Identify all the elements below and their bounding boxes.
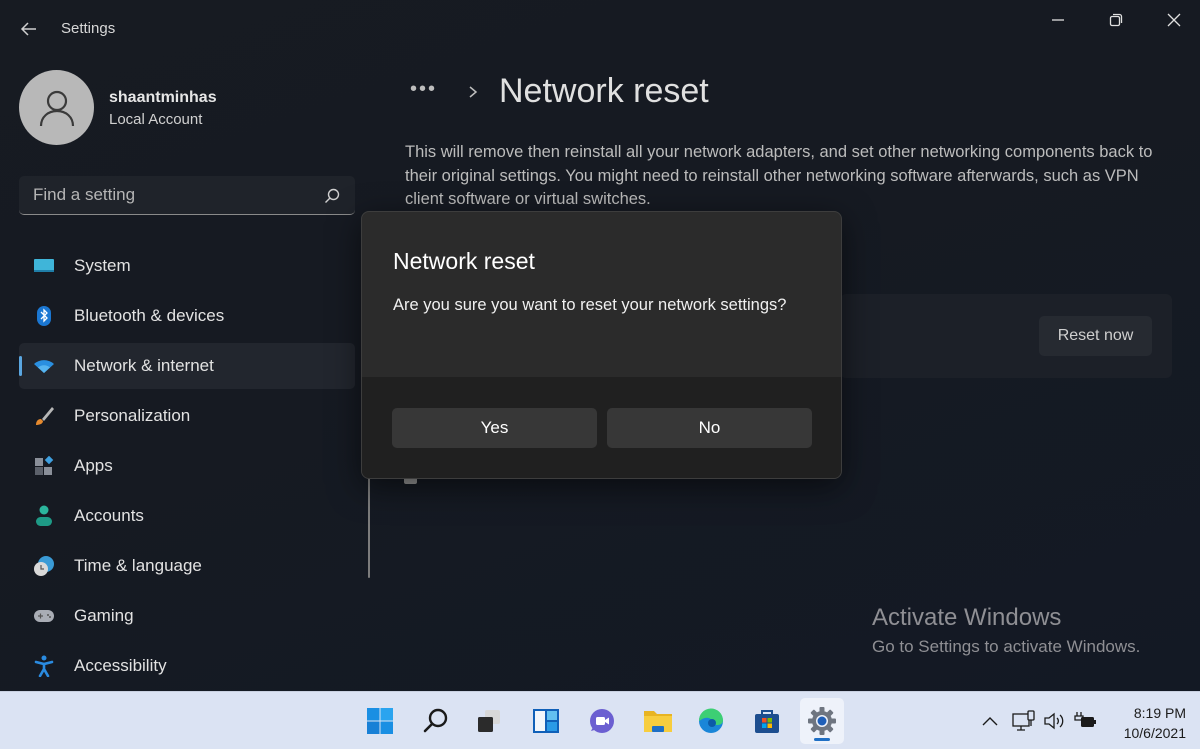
sidebar-item-label: Apps: [74, 456, 113, 475]
settings-window: Settings shaantminhas Local Account Syst…: [0, 0, 1200, 691]
no-button[interactable]: No: [607, 408, 812, 448]
gamepad-icon: [33, 605, 55, 627]
taskbar: 8:19 PM 10/6/2021: [0, 691, 1200, 749]
taskbar-file-explorer[interactable]: [636, 698, 680, 744]
sidebar-item-label: Accounts: [74, 506, 144, 525]
minimize-button[interactable]: [1038, 8, 1078, 32]
search-input[interactable]: [19, 176, 355, 214]
app-title: Settings: [61, 20, 116, 37]
sidebar-item-time-language[interactable]: Time & language: [19, 543, 355, 589]
show-hidden-icons-button[interactable]: [978, 710, 1002, 732]
clock-time: 8:19 PM: [1133, 705, 1186, 721]
close-button[interactable]: [1154, 8, 1194, 32]
breadcrumb-overflow[interactable]: •••: [410, 78, 437, 101]
sidebar-item-label: System: [74, 256, 131, 275]
yes-button[interactable]: Yes: [392, 408, 597, 448]
battery-charging-icon: [1074, 712, 1096, 727]
taskbar-start[interactable]: [358, 698, 402, 744]
search-icon[interactable]: [323, 187, 341, 205]
edge-icon: [698, 708, 723, 733]
clock-date: 10/6/2021: [1123, 725, 1186, 741]
taskbar-store[interactable]: [745, 698, 789, 744]
close-icon: [1167, 13, 1181, 27]
sidebar-item-accounts[interactable]: Accounts: [19, 493, 355, 539]
active-indicator: [19, 356, 22, 376]
restore-button[interactable]: [1096, 8, 1136, 32]
volume-icon: [1044, 712, 1064, 730]
taskbar-search[interactable]: [414, 698, 458, 744]
activation-watermark-subtitle: Go to Settings to activate Windows.: [872, 637, 1141, 656]
sidebar-item-bluetooth[interactable]: Bluetooth & devices: [19, 293, 355, 339]
sidebar-item-apps[interactable]: Apps: [19, 443, 355, 489]
page-description: This will remove then reinstall all your…: [405, 143, 1153, 208]
battery-button[interactable]: [1073, 710, 1097, 732]
sidebar-item-network[interactable]: Network & internet: [19, 343, 355, 389]
activation-watermark-title: Activate Windows: [872, 604, 1062, 631]
teams-chat-icon: [590, 709, 614, 733]
sidebar-item-accessibility[interactable]: Accessibility: [19, 643, 355, 689]
reset-now-button[interactable]: Reset now: [1039, 316, 1152, 356]
sidebar-item-system[interactable]: System: [19, 243, 355, 289]
avatar[interactable]: [19, 70, 94, 145]
apps-icon: [33, 455, 55, 477]
clock-globe-icon: [33, 555, 55, 577]
wifi-icon: [33, 355, 55, 377]
person-icon: [33, 505, 55, 527]
volume-button[interactable]: [1042, 710, 1066, 732]
title-bar: Settings: [0, 0, 1200, 58]
windows-logo-icon: [367, 708, 393, 734]
sidebar-item-label: Personalization: [74, 406, 191, 425]
folder-icon: [644, 711, 672, 732]
content-scrollbar[interactable]: [368, 470, 370, 578]
taskbar-task-view[interactable]: [467, 698, 511, 744]
sidebar-item-label: Time & language: [74, 556, 202, 575]
clock[interactable]: 8:19 PM 10/6/2021: [1110, 703, 1186, 743]
taskbar-widgets[interactable]: [524, 698, 568, 744]
taskbar-edge[interactable]: [689, 698, 733, 744]
accessibility-icon: [33, 655, 55, 677]
dialog-message: Are you sure you want to reset your netw…: [393, 296, 787, 314]
page-title: Network reset: [499, 72, 709, 110]
search-box: [19, 176, 355, 215]
taskbar-settings[interactable]: [800, 698, 844, 744]
chevron-up-icon: [982, 717, 998, 726]
minimize-icon: [1052, 19, 1064, 21]
sidebar-item-label: Network & internet: [74, 356, 214, 375]
network-reset-dialog: Network reset Are you sure you want to r…: [361, 211, 842, 479]
brush-icon: [33, 405, 55, 427]
sidebar-item-label: Accessibility: [74, 656, 167, 675]
sidebar-item-label: Bluetooth & devices: [74, 306, 225, 325]
taskbar-chat[interactable]: [580, 698, 624, 744]
store-icon: [755, 710, 779, 733]
active-app-indicator: [814, 738, 830, 741]
dialog-title: Network reset: [393, 248, 535, 274]
task-view-icon: [478, 710, 500, 732]
restore-icon: [1109, 13, 1123, 27]
gear-icon: [808, 707, 836, 735]
sidebar-item-personalization[interactable]: Personalization: [19, 393, 355, 439]
account-type: Local Account: [109, 111, 203, 128]
sidebar-item-label: Gaming: [74, 606, 134, 625]
arrow-left-icon: [20, 22, 36, 36]
sidebar-item-gaming[interactable]: Gaming: [19, 593, 355, 639]
monitor-icon: [33, 255, 55, 277]
widgets-icon: [533, 709, 559, 733]
bluetooth-icon: [33, 305, 55, 327]
chevron-right-icon: [469, 86, 478, 98]
network-status-button[interactable]: [1012, 710, 1036, 732]
sidebar-nav: System Bluetooth & devices Network & int…: [19, 243, 355, 693]
user-name: shaantminhas: [109, 89, 217, 106]
network-icon: [1012, 710, 1035, 731]
search-icon: [423, 708, 448, 733]
person-outline-icon: [39, 90, 74, 126]
back-button[interactable]: [16, 16, 42, 42]
